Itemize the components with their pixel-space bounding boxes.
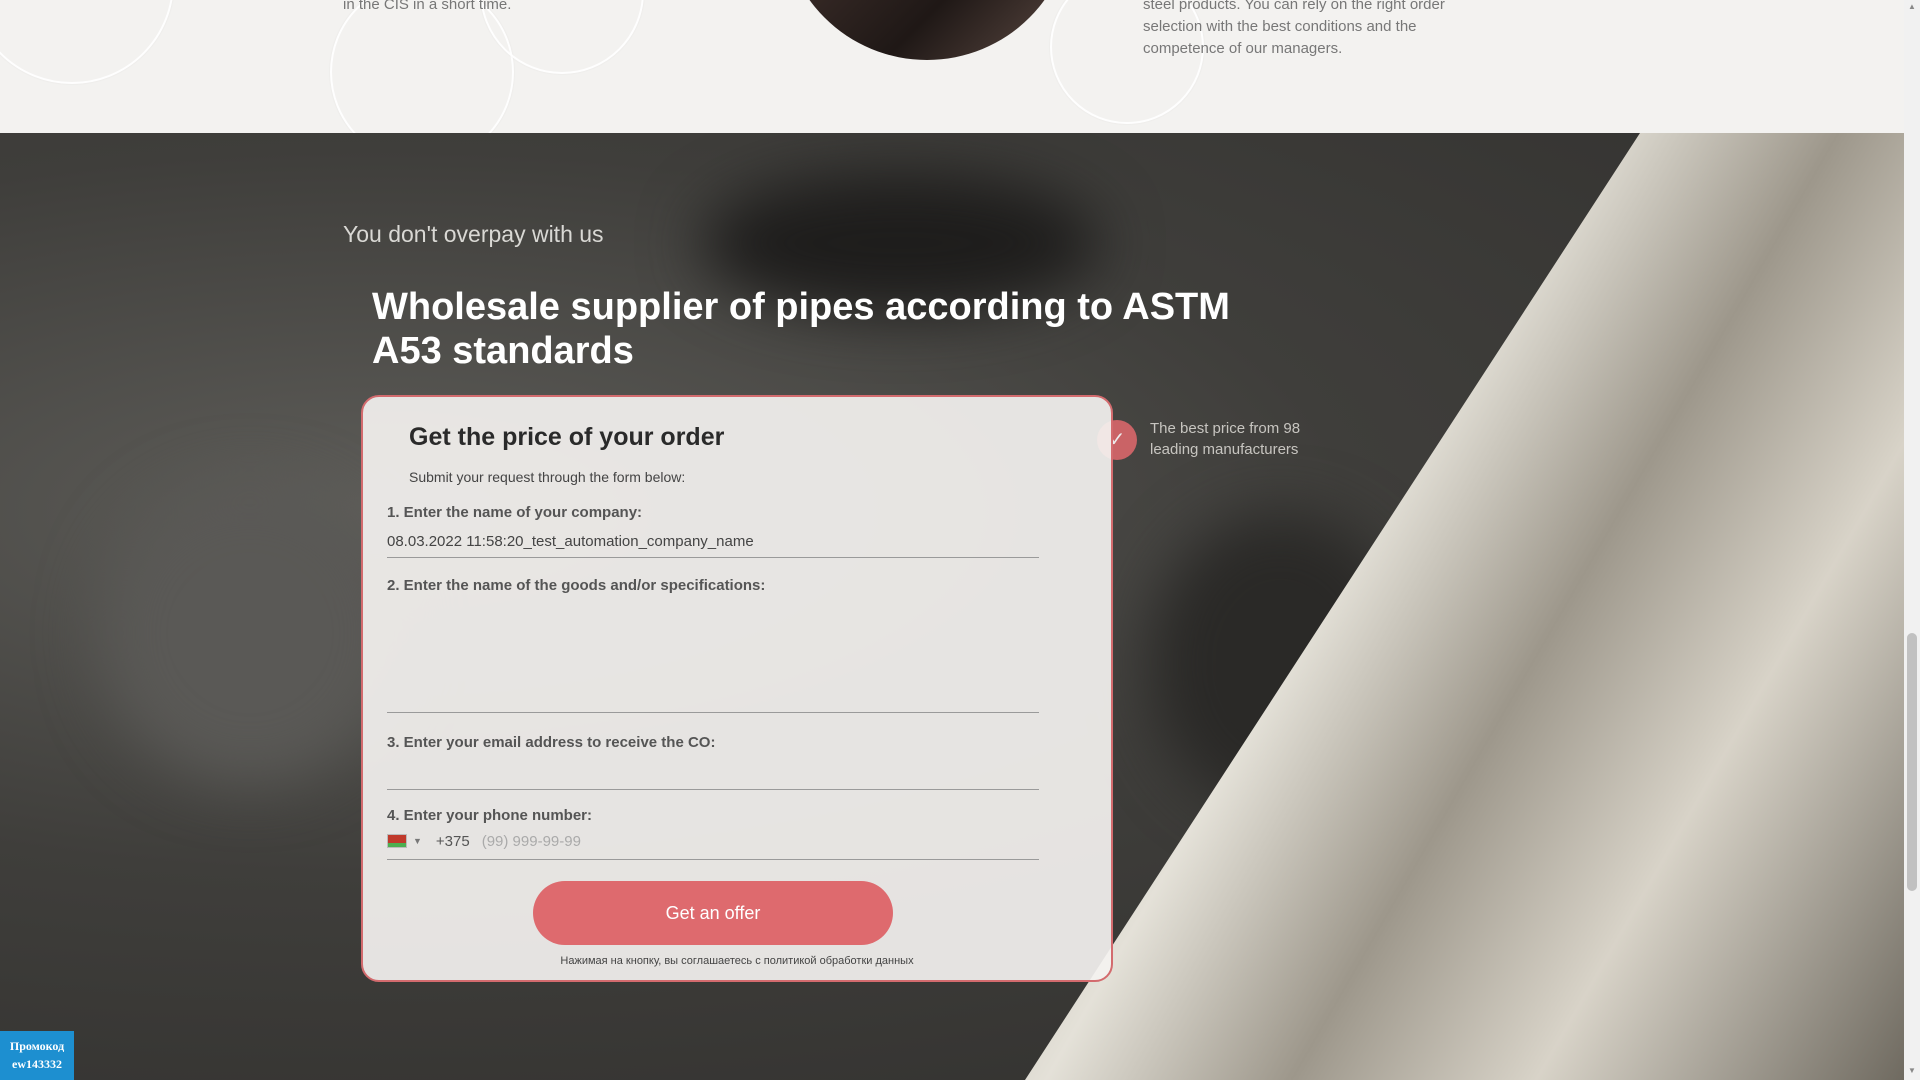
phone-country-code: +375: [435, 832, 470, 850]
form-subtitle: Submit your request through the form bel…: [409, 469, 686, 485]
pipes-image: [782, 0, 1072, 60]
phone-label: 4. Enter your phone number:: [387, 807, 593, 824]
phone-input-underline: [387, 859, 1039, 860]
top-left-text: in the CIS in a short time.: [343, 0, 512, 13]
phone-input-row[interactable]: ▼ +375 (99) 999-99-99: [387, 830, 581, 852]
email-input[interactable]: [387, 757, 1039, 790]
promo-label: Промокод: [9, 1039, 65, 1053]
scroll-down-icon[interactable]: ▼: [1907, 1066, 1917, 1076]
goods-textarea-underline: [387, 712, 1039, 713]
bg-blur: [100, 483, 400, 783]
top-section: in the CIS in a short time. steel produc…: [0, 0, 1904, 133]
section-title: Wholesale supplier of pipes according to…: [372, 286, 1230, 372]
goods-textarea[interactable]: [387, 575, 1039, 663]
decor-ring: [0, 0, 174, 84]
company-input-underline: [387, 557, 1039, 558]
company-input[interactable]: 08.03.2022 11:58:20_test_automation_comp…: [387, 533, 754, 550]
scroll-thumb[interactable]: [1907, 633, 1917, 891]
phone-input[interactable]: (99) 999-99-99: [482, 833, 581, 850]
dropdown-caret-icon[interactable]: ▼: [413, 836, 422, 846]
order-form: Get the price of your order Submit your …: [361, 395, 1113, 982]
company-label: 1. Enter the name of your company:: [387, 504, 643, 521]
benefit-text: The best price from 98 leading manufactu…: [1150, 420, 1301, 458]
price-section: You don't overpay with us Wholesale supp…: [0, 133, 1904, 1080]
get-offer-button[interactable]: Get an offer: [533, 881, 893, 945]
form-title: Get the price of your order: [409, 423, 725, 451]
scroll-up-icon[interactable]: ▲: [1907, 2, 1917, 12]
promo-code: ew143332: [12, 1057, 62, 1071]
page-scrollbar[interactable]: ▲ ▼: [1904, 0, 1920, 1080]
section-subtitle: You don't overpay with us: [343, 221, 604, 247]
top-right-text: steel products. You can rely on the righ…: [1143, 0, 1445, 57]
email-label: 3. Enter your email address to receive t…: [387, 734, 716, 751]
consent-text: Нажимая на кнопку, вы соглашаетесь с пол…: [560, 955, 914, 967]
belarus-flag-icon[interactable]: [387, 834, 407, 848]
promo-badge[interactable]: Промокод ew143332: [0, 1031, 74, 1080]
